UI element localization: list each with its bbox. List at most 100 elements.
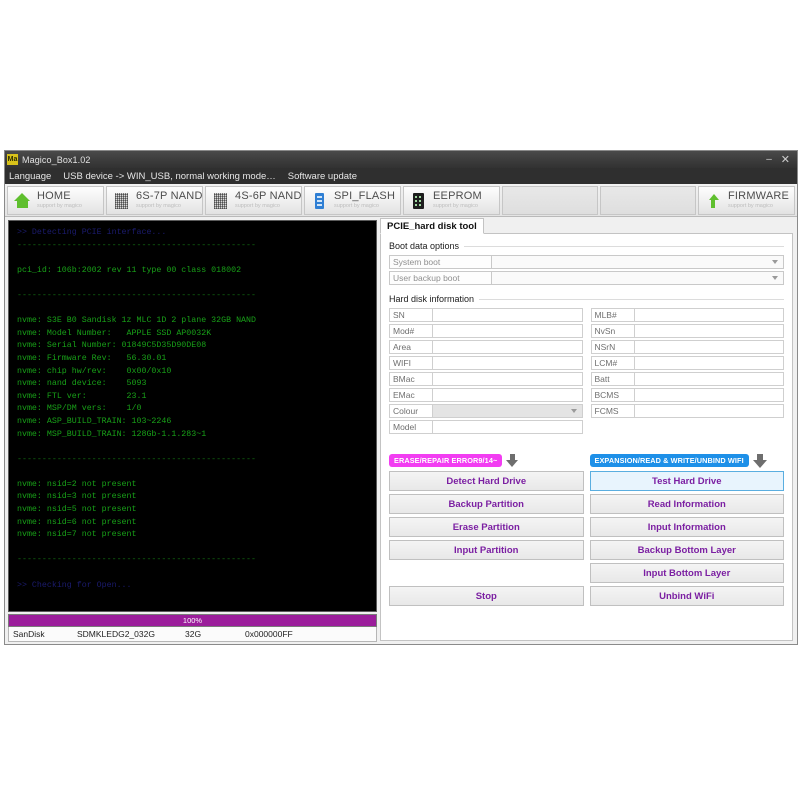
toolbar-tab-spi-flash-subtitle: support by magico [334, 203, 379, 210]
toolbar-tab-firmware-label: FIRMWARE [728, 190, 790, 203]
toolbar-tab-4s-6p-nand-subtitle: support by magico [235, 203, 280, 210]
terminal-line: nvme: FTL ver: 23.1 [17, 391, 147, 401]
hard-disk-information-group: Hard disk information SN Mod# Area WIFI BMac… [389, 294, 784, 436]
device-status-bar: SanDisk SDMKLEDG2_032G 32G 0x000000FF [8, 627, 377, 642]
hdi-field-input-colour[interactable] [433, 404, 583, 418]
system-boot-select[interactable] [492, 255, 784, 269]
firmware-upload-icon [705, 191, 722, 211]
terminal-line: nvme: Serial Number: 01849C5D35D90DE08 [17, 341, 207, 351]
hdi-field-input-nvsn[interactable] [634, 324, 784, 338]
terminal-line: nvme: nsid=5 not present [17, 505, 137, 515]
hdi-field-row: Batt [590, 372, 784, 386]
user-backup-boot-select[interactable] [492, 271, 784, 285]
expansion-readwrite-banner-label: EXPANSION/READ & WRITE/UNBIND WIFI [589, 453, 749, 467]
chevron-down-icon [570, 409, 577, 413]
hdi-field-label-mod: Mod# [389, 324, 433, 338]
detect-hard-drive-button[interactable]: Detect Hard Drive [389, 471, 584, 491]
erase-partition-button[interactable]: Erase Partition [389, 517, 584, 537]
toolbar-tab-spi-flash[interactable]: SPI_FLASH support by magico [304, 186, 401, 215]
hdi-field-row: Mod# [389, 324, 583, 338]
terminal-line: nvme: chip hw/rev: 0x00/0x10 [17, 366, 172, 376]
backup-partition-button[interactable]: Backup Partition [389, 494, 584, 514]
hdi-field-label-nsrn: NSrN [590, 340, 635, 354]
title-bar: Ma Magico_Box1.02 – ✕ [5, 151, 797, 168]
system-boot-label: System boot [389, 255, 492, 269]
input-information-button[interactable]: Input Information [589, 517, 784, 537]
terminal-line: nvme: nsid=2 not present [17, 479, 137, 489]
chip-icon [212, 191, 229, 211]
hdi-field-row: SN [389, 308, 583, 322]
menu-item-language[interactable]: Language [9, 171, 51, 182]
window-title: Magico_Box1.02 [22, 154, 91, 165]
terminal-line: nvme: ASP_BUILD_TRAIN: 103~2246 [17, 416, 172, 426]
main-content: >> Detecting PCIE interface... ----------… [5, 217, 797, 644]
toolbar-tab-6s-7p-nand[interactable]: 6S-7P NAND support by magico [106, 186, 203, 215]
tab-pcie-hard-disk-tool[interactable]: PCIE_hard disk tool [380, 218, 484, 234]
test-hard-drive-button[interactable]: Test Hard Drive [589, 471, 784, 491]
hdi-field-input-lcm[interactable] [634, 356, 784, 370]
terminal-line: >> Detecting PCIE interface... [17, 228, 167, 237]
toolbar-tab-empty-1[interactable] [502, 186, 598, 215]
toolbar-tab-4s-6p-nand-label: 4S-6P NAND [235, 190, 302, 203]
toolbar-tab-firmware-subtitle: support by magico [728, 203, 773, 210]
chip-icon [113, 191, 130, 211]
toolbar-tab-4s-6p-nand[interactable]: 4S-6P NAND support by magico [205, 186, 302, 215]
hdi-field-input-bcms[interactable] [634, 388, 784, 402]
hdi-field-input-area[interactable] [433, 340, 583, 354]
hdi-field-input-bmac[interactable] [433, 372, 583, 386]
hdi-field-input-mlb[interactable] [634, 308, 784, 322]
input-bottom-layer-button[interactable]: Input Bottom Layer [589, 563, 784, 583]
hard-disk-information-fields: SN Mod# Area WIFI BMac EMac Colour Model MLB# Nv… [389, 308, 784, 436]
hdi-field-input-nsrn[interactable] [634, 340, 784, 354]
hdi-field-input-model[interactable] [433, 420, 583, 434]
terminal-line: ----------------------------------------… [17, 454, 256, 464]
toolbar-tab-firmware[interactable]: FIRMWARE support by magico [698, 186, 795, 215]
hdi-field-input-wifi[interactable] [433, 356, 583, 370]
terminal-line: ----------------------------------------… [17, 240, 256, 250]
menu-item-software-update[interactable]: Software update [288, 171, 357, 182]
hdi-field-input-emac[interactable] [433, 388, 583, 402]
hdi-field-input-batt[interactable] [634, 372, 784, 386]
stop-button[interactable]: Stop [389, 586, 584, 606]
terminal-line: ----------------------------------------… [17, 290, 256, 300]
hdi-field-label-bcms: BCMS [590, 388, 635, 402]
boot-data-options-title: Boot data options [389, 241, 460, 251]
minimize-button[interactable]: – [766, 154, 772, 165]
tool-panel-body: Boot data options System boot User backu… [380, 234, 793, 641]
hdi-field-input-fcms[interactable] [634, 404, 784, 418]
toolbar-tab-eeprom-label: EEPROM [433, 190, 482, 203]
arrow-down-icon [752, 453, 767, 468]
device-capacity: 32G [185, 629, 202, 639]
action-columns: ERASE/REPAIR ERROR9/14~ Detect Hard Driv… [389, 453, 784, 606]
application-window: Ma Magico_Box1.02 – ✕ Language USB devic… [4, 150, 798, 645]
hdi-field-label-area: Area [389, 340, 433, 354]
unbind-wifi-button[interactable]: Unbind WiFi [589, 586, 784, 606]
hard-disk-information-title: Hard disk information [389, 294, 475, 304]
hdi-field-label-lcm: LCM# [590, 356, 635, 370]
hdi-field-input-mod[interactable] [433, 324, 583, 338]
toolbar-tab-spi-flash-label: SPI_FLASH [334, 190, 396, 203]
close-button[interactable]: ✕ [781, 154, 790, 165]
app-icon: Ma [7, 154, 18, 165]
read-information-button[interactable]: Read Information [589, 494, 784, 514]
backup-bottom-layer-button[interactable]: Backup Bottom Layer [589, 540, 784, 560]
toolbar-tab-eeprom[interactable]: EEPROM support by magico [403, 186, 500, 215]
expansion-readwrite-banner: EXPANSION/READ & WRITE/UNBIND WIFI [589, 453, 785, 468]
hdi-field-row: BMac [389, 372, 583, 386]
terminal-line: nvme: S3E B0 Sandisk 1z MLC 1D 2 plane 3… [17, 316, 256, 326]
terminal-log[interactable]: >> Detecting PCIE interface... ----------… [8, 220, 377, 612]
input-partition-button[interactable]: Input Partition [389, 540, 584, 560]
toolbar-tab-empty-2[interactable] [600, 186, 696, 215]
chevron-down-icon [772, 260, 778, 264]
menu-item-usb-device-status[interactable]: USB device -> WIN_USB, normal working mo… [63, 171, 276, 182]
hdi-field-label-colour: Colour [389, 404, 433, 418]
hard-disk-information-left-column: SN Mod# Area WIFI BMac EMac Colour Model [389, 308, 583, 436]
progress-bar: 100% [8, 614, 377, 627]
toolbar-tab-home[interactable]: HOME support by magico [7, 186, 104, 215]
hdi-field-input-sn[interactable] [433, 308, 583, 322]
erase-repair-column: ERASE/REPAIR ERROR9/14~ Detect Hard Driv… [389, 453, 584, 606]
user-backup-boot-row: User backup boot [389, 271, 784, 285]
terminal-line: pci_id: 106b:2002 rev 11 type 00 class 0… [17, 265, 242, 275]
